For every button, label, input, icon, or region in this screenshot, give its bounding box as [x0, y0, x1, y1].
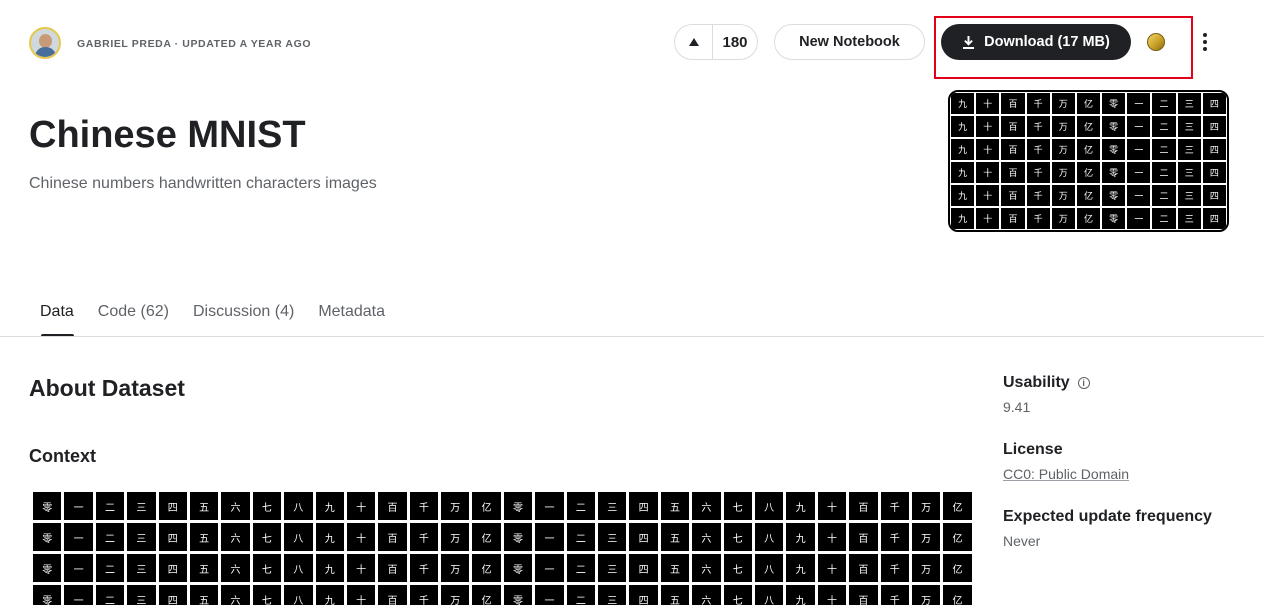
- triangle-up-icon: [688, 38, 699, 46]
- usability-label: Usability i: [1003, 374, 1243, 392]
- context-heading: Context: [29, 446, 96, 466]
- info-icon[interactable]: i: [1077, 377, 1090, 389]
- dataset-tabs: Data Code (62) Discussion (4) Metadata: [29, 292, 397, 337]
- more-options-button[interactable]: [1196, 30, 1214, 54]
- tab-metadata[interactable]: Metadata: [306, 292, 397, 337]
- tabs-divider: [0, 336, 1264, 337]
- tab-code[interactable]: Code (62): [86, 292, 181, 337]
- download-button[interactable]: Download (17 MB): [941, 24, 1131, 60]
- update-frequency-value: Never: [1003, 533, 1041, 549]
- download-label: Download (17 MB): [984, 34, 1110, 50]
- dataset-title: Chinese MNIST: [29, 114, 306, 156]
- kebab-menu-icon: [1203, 33, 1207, 37]
- upvote-count: 180: [722, 33, 748, 51]
- author-updated-line: GABRIEL PREDA · UPDATED A YEAR AGO: [77, 38, 312, 50]
- usability-value: 9.41: [1003, 399, 1031, 415]
- dataset-subtitle: Chinese numbers handwritten characters i…: [29, 175, 377, 192]
- gold-medal-icon[interactable]: [1147, 33, 1165, 51]
- tab-discussion[interactable]: Discussion (4): [181, 292, 306, 337]
- download-icon: [963, 35, 975, 49]
- about-dataset-heading: About Dataset: [29, 375, 185, 401]
- license-label: License: [1003, 441, 1063, 458]
- new-notebook-button[interactable]: New Notebook: [774, 24, 925, 60]
- tab-data[interactable]: Data: [29, 292, 86, 337]
- sample-characters-image: 零一二三四五六七八九十百千万亿零一二三四五六七八九十百千万亿零一二三四五六七八九…: [33, 492, 976, 605]
- author-avatar[interactable]: [29, 27, 61, 59]
- update-frequency-label: Expected update frequency: [1003, 508, 1212, 525]
- dataset-sidebar: Usability i 9.41 License CC0: Public Dom…: [1003, 374, 1243, 575]
- upvote-button[interactable]: [675, 25, 713, 59]
- dataset-thumbnail-image: 九十百千万亿零一二三四九十百千万亿零一二三四九十百千万亿零一二三四九十百千万亿零…: [948, 90, 1229, 232]
- license-link[interactable]: CC0: Public Domain: [1003, 466, 1243, 482]
- upvote-widget: 180: [674, 24, 758, 60]
